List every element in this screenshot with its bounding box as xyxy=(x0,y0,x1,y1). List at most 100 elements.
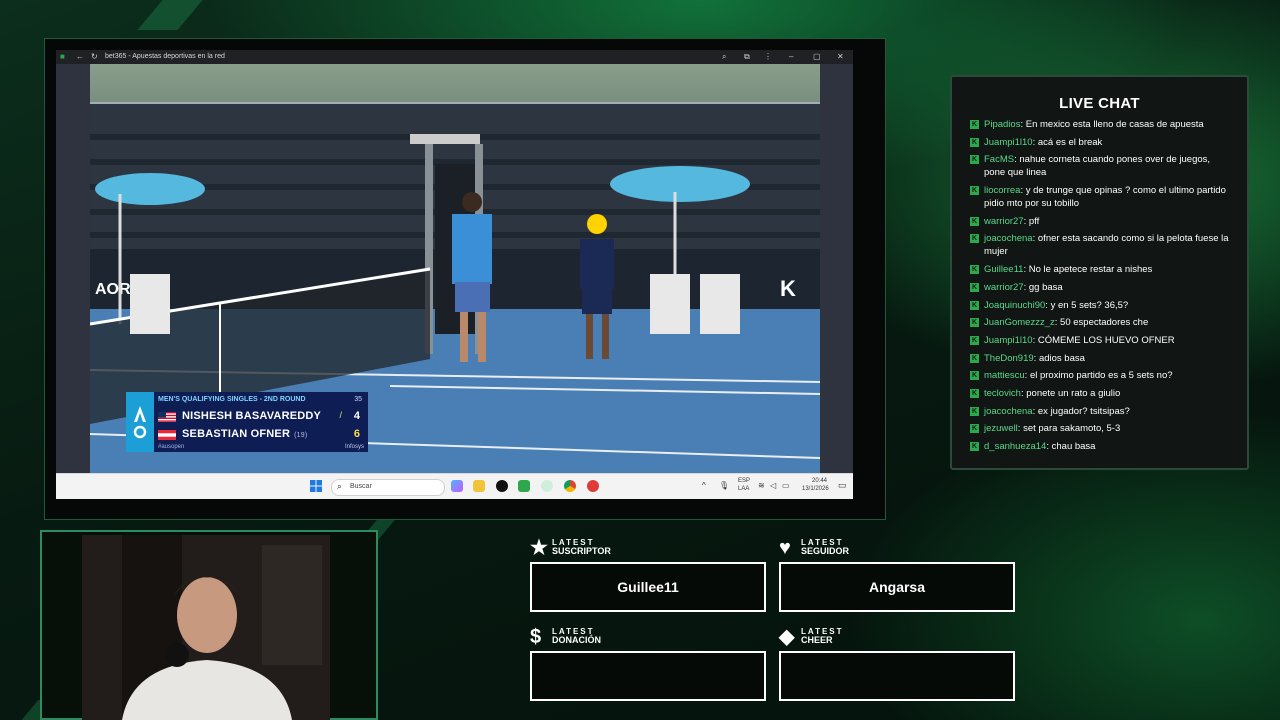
file-explorer-icon[interactable] xyxy=(473,480,485,492)
obs-app-icon[interactable] xyxy=(518,480,530,492)
latest-donacion-box xyxy=(530,651,766,701)
whatsapp-app-icon[interactable] xyxy=(541,480,553,492)
subscriber-badge-icon: K xyxy=(970,282,979,292)
serve-indicator-icon: / xyxy=(339,410,342,420)
extensions-icon[interactable]: ⧉ xyxy=(744,52,750,62)
recording-app-icon[interactable] xyxy=(587,480,599,492)
chat-text: No le apetece restar a nishes xyxy=(1028,264,1153,276)
microphone-icon[interactable]: 🎙 xyxy=(719,481,729,490)
player-name: NISHESH BASAVAREDDY xyxy=(182,410,322,422)
chat-text: CÓMEME LOS HUEVO OFNER xyxy=(1037,334,1175,346)
maximize-icon[interactable]: ▢ xyxy=(813,52,821,62)
tray-chevron-icon[interactable]: ^ xyxy=(702,481,706,490)
match-round-label: MEN'S QUALIFYING SINGLES - 2ND ROUND xyxy=(158,396,306,403)
chat-text: pff xyxy=(1028,215,1040,227)
subscriber-badge-icon: K xyxy=(970,335,979,345)
subscriber-badge-icon: K xyxy=(970,442,979,451)
player-row: SEBASTIAN OFNER (19) 6 xyxy=(158,426,364,442)
player-score: 4 xyxy=(353,410,360,422)
chat-text: En mexico esta lleno de casas de apuesta xyxy=(1025,119,1204,130)
latest-seguidor-box: Angarsa xyxy=(779,562,1015,612)
chat-text: chau basa xyxy=(1051,441,1096,452)
subscriber-badge-icon: K xyxy=(970,424,979,434)
chat-username[interactable]: warrior27 xyxy=(984,282,1024,293)
chat-username[interactable]: Joaquinuchi90 xyxy=(984,300,1045,311)
lang-bottom: LAA xyxy=(738,486,750,492)
austria-flag-icon xyxy=(158,430,176,440)
chat-title: LIVE CHAT xyxy=(1059,95,1140,112)
windows-start-icon[interactable] xyxy=(310,480,322,492)
chat-username[interactable]: warrior27 xyxy=(984,216,1024,227)
chat-username[interactable]: teclovich xyxy=(984,388,1021,399)
chat-username[interactable]: joacochena xyxy=(984,233,1033,244)
svg-text:AOR: AOR xyxy=(95,281,131,298)
live-chat-panel: LIVE CHAT K Pipadios: En mexico esta llen… xyxy=(950,75,1249,470)
chat-message: Kliocorrea: y de trunge que opinas ? com… xyxy=(970,184,1232,210)
zoom-icon[interactable]: ⌕ xyxy=(722,52,726,62)
video-letterbox-left xyxy=(56,64,90,473)
score-header: 35 xyxy=(354,396,362,403)
chat-username[interactable]: Pipadios xyxy=(984,119,1020,130)
chat-username[interactable]: jezuwell xyxy=(984,423,1018,434)
chat-text: ponete un rato a giulio xyxy=(1026,387,1121,399)
chat-message: Kteclovich: ponete un rato a giulio xyxy=(970,387,1232,400)
latest-sublabel: SUSCRIPTOR xyxy=(552,546,611,556)
subscriber-badge-icon: K xyxy=(970,155,979,165)
subscriber-badge-icon: K xyxy=(970,406,979,416)
chat-username[interactable]: Juampi1l10 xyxy=(984,335,1033,346)
chat-message: K Joaquinuchi90: y en 5 sets? 36,5? xyxy=(970,299,1232,312)
chat-username[interactable]: FacMS xyxy=(984,154,1014,165)
latest-sublabel: DONACIÓN xyxy=(552,635,601,645)
chat-username[interactable]: Guillee11 xyxy=(984,264,1023,275)
clock-date[interactable]: 13/1/2026 xyxy=(802,486,829,492)
search-icon: ⌕ xyxy=(337,481,343,491)
clock-time[interactable]: 20:44 xyxy=(812,478,827,484)
player-seed: (19) xyxy=(294,432,308,439)
chat-username[interactable]: d_sanhueza14 xyxy=(984,441,1046,452)
chat-username[interactable]: JuanGomezzz_z xyxy=(984,317,1055,328)
video-letterbox-right xyxy=(820,64,853,473)
chat-username[interactable]: TheDon919 xyxy=(984,353,1034,364)
chat-message-list[interactable]: K Pipadios: En mexico esta lleno de casas… xyxy=(970,118,1232,458)
chat-message: Kwarrior27: gg basa xyxy=(970,281,1232,294)
subscriber-badge-icon: K xyxy=(970,234,979,244)
scoreboard-overlay: MEN'S QUALIFYING SINGLES - 2ND ROUND 35 … xyxy=(126,392,368,452)
player-score: 6 xyxy=(353,428,360,440)
streamer-webcam-image xyxy=(82,535,330,720)
browser-titlebar: ■ ← ↻ bet365 - Apuestas deportivas en la… xyxy=(56,50,853,64)
copilot-app-icon[interactable] xyxy=(451,480,463,492)
chat-message: Kd_sanhueza14: chau basa xyxy=(970,440,1232,453)
minimize-icon[interactable]: – xyxy=(789,52,793,62)
battery-icon[interactable]: ▭ xyxy=(782,481,790,490)
player-name: SEBASTIAN OFNER (19) xyxy=(182,428,308,440)
chat-username[interactable]: mattiescu xyxy=(984,370,1025,381)
close-icon[interactable]: ✕ xyxy=(837,52,844,62)
latest-cheer-box xyxy=(779,651,1015,701)
tiktok-app-icon[interactable] xyxy=(496,480,508,492)
chat-text: ex jugador? tsitsipas? xyxy=(1037,405,1130,417)
chrome-app-icon[interactable] xyxy=(564,480,576,492)
subscriber-badge-icon: K xyxy=(970,388,979,398)
latest-sublabel: SEGUIDOR xyxy=(801,546,850,556)
chat-text: y en 5 sets? 36,5? xyxy=(1050,299,1129,311)
chat-text: 50 espectadores che xyxy=(1060,317,1149,329)
latest-suscriptor-box: Guillee11 xyxy=(530,562,766,612)
star-icon: ★ xyxy=(530,537,548,559)
chat-username[interactable]: joacochena xyxy=(984,406,1033,417)
more-menu-icon[interactable]: ⋮ xyxy=(764,52,772,62)
chat-message: Kjoacochena: ex jugador? tsitsipas? xyxy=(970,405,1232,418)
subscriber-badge-icon: K xyxy=(970,353,979,363)
webcam-feed xyxy=(82,535,330,720)
lang-top: ESP xyxy=(738,478,751,484)
chat-text: el proximo partido es a 5 sets no? xyxy=(1029,370,1173,382)
chat-username[interactable]: Juampi1l10 xyxy=(984,137,1033,148)
notifications-icon[interactable]: ▭ xyxy=(838,480,847,491)
refresh-icon[interactable]: ↻ xyxy=(91,52,98,62)
search-placeholder: Buscar xyxy=(350,483,372,490)
back-arrow-icon[interactable]: ← xyxy=(76,52,84,62)
wifi-icon[interactable]: ≋ xyxy=(758,481,765,490)
chat-username[interactable]: liocorrea xyxy=(984,185,1020,196)
taskbar-search-box[interactable]: ⌕ Buscar xyxy=(331,479,445,496)
chat-message: Kjoacochena: ofner esta sacando como si … xyxy=(970,232,1232,258)
volume-icon[interactable]: ◁ xyxy=(770,481,776,490)
